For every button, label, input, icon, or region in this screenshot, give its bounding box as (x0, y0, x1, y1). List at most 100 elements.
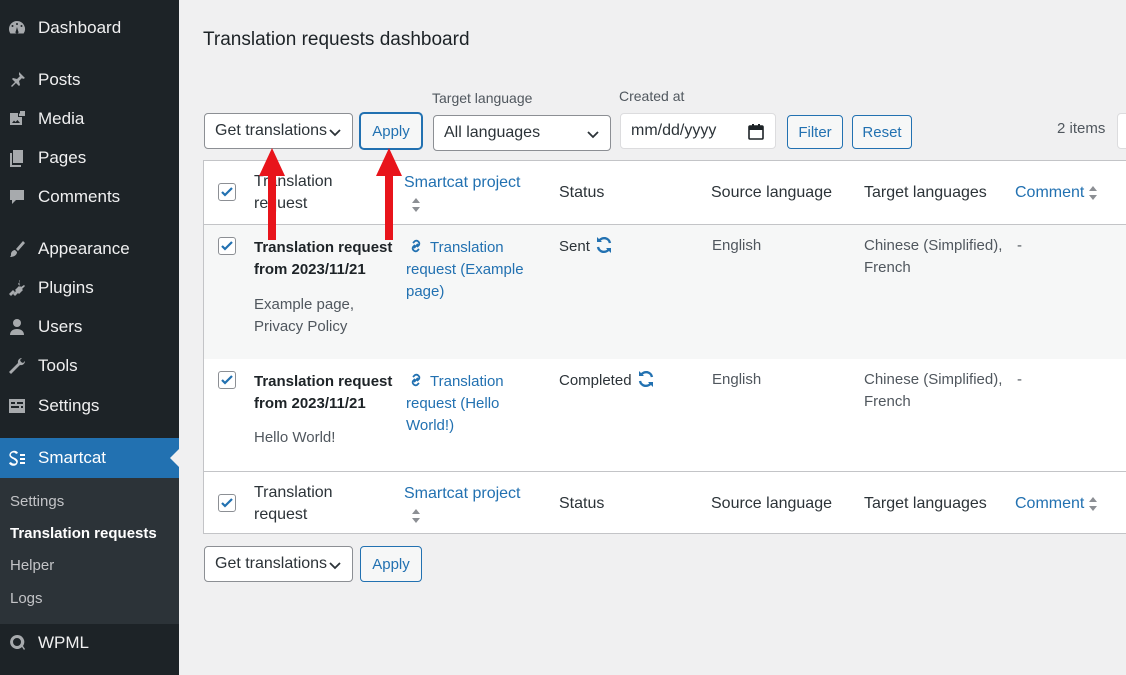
checkmark-icon (221, 187, 233, 197)
sidebar-item-label: Pages (38, 148, 87, 167)
submenu-item-settings[interactable]: Settings (10, 493, 64, 510)
smartcat-icon (6, 447, 28, 469)
chevron-down-icon (587, 131, 599, 139)
reset-button[interactable]: Reset (852, 115, 912, 149)
sidebar-item-label: Comments (38, 187, 121, 206)
column-header-smartcat-project[interactable]: Smartcat project (404, 172, 520, 194)
smartcat-project-link[interactable]: Translation request (Hello World!) (406, 371, 522, 437)
sidebar-item-label: Posts (38, 70, 81, 89)
bulk-action-value: Get translations (215, 122, 328, 139)
sidebar-item-posts[interactable]: Posts (0, 60, 179, 100)
target-language-value: All languages (444, 124, 541, 141)
column-header-comment-label: Comment (1015, 184, 1085, 201)
bulk-action-select[interactable]: Get translations (204, 113, 353, 149)
request-title[interactable]: Translation request from 2023/11/21 (254, 371, 394, 415)
annotation-arrow-up-icon (376, 148, 402, 240)
table-row: Translation request from 2023/11/21 Hell… (204, 359, 1126, 471)
sort-icon (1089, 496, 1098, 511)
sidebar-item-label: Tools (38, 356, 78, 375)
active-indicator (170, 449, 179, 467)
source-language: English (712, 237, 762, 254)
table-footer-row: Translation request Smartcat project Sta… (204, 471, 1126, 535)
sidebar-item-comments[interactable]: Comments (0, 177, 179, 217)
sort-icon (1089, 185, 1098, 200)
table-header-row: Translation request Smartcat project Sta… (204, 161, 1126, 225)
admin-sidebar: Dashboard Posts Media Pages Comments App… (0, 0, 179, 675)
sidebar-item-media[interactable]: Media (0, 99, 179, 139)
source-language: English (712, 371, 762, 388)
sort-icon[interactable] (411, 508, 421, 524)
column-footer-source-language: Source language (711, 495, 832, 512)
status-text: Sent (559, 238, 590, 255)
sidebar-item-wpml[interactable]: WPML (0, 623, 179, 663)
sort-icon[interactable] (411, 197, 421, 213)
link-icon (411, 373, 421, 387)
wrench-icon (6, 355, 28, 377)
sidebar-item-appearance[interactable]: Appearance (0, 229, 179, 269)
checkmark-icon (221, 375, 233, 385)
sidebar-item-settings[interactable]: Settings (0, 386, 179, 426)
sidebar-item-tools[interactable]: Tools (0, 346, 179, 386)
wpml-icon (6, 632, 28, 654)
status-cell: Completed (559, 369, 656, 392)
submenu-item-helper[interactable]: Helper (10, 557, 54, 574)
row-checkbox[interactable] (218, 237, 236, 255)
target-languages: Chinese (Simplified), French (864, 371, 1003, 410)
checkmark-icon (221, 241, 233, 251)
status-text: Completed (559, 372, 632, 389)
request-title[interactable]: Translation request from 2023/11/21 (254, 237, 394, 281)
column-header-comment[interactable]: Comment (1015, 182, 1098, 204)
target-language-select[interactable]: All languages (433, 115, 611, 151)
items-count: 2 items (1057, 120, 1106, 137)
column-footer-smartcat-project[interactable]: Smartcat project (404, 483, 520, 505)
column-header-source-language: Source language (711, 184, 832, 201)
select-all-checkbox[interactable] (218, 183, 236, 201)
sidebar-item-label: Media (38, 109, 85, 128)
sidebar-item-plugins[interactable]: Plugins (0, 268, 179, 308)
created-at-date-input[interactable]: mm/dd/yyyy (620, 113, 776, 149)
pagination-input[interactable] (1117, 113, 1126, 149)
user-icon (6, 316, 28, 338)
column-header-status: Status (559, 184, 605, 201)
table-row: Translation request from 2023/11/21 Exam… (204, 225, 1126, 359)
row-checkbox[interactable] (218, 371, 236, 389)
sidebar-item-label: Plugins (38, 278, 94, 297)
calendar-icon[interactable] (747, 123, 765, 141)
column-footer-status: Status (559, 495, 605, 512)
pages-icon (6, 147, 28, 169)
sidebar-item-label: Settings (38, 396, 100, 415)
status-cell: Sent (559, 235, 614, 258)
bulk-action-select-bottom[interactable]: Get translations (204, 546, 353, 582)
smartcat-project-link[interactable]: Translation request (Example page) (406, 237, 536, 303)
column-header-target-languages: Target languages (864, 184, 987, 201)
chevron-down-icon (329, 562, 341, 570)
sidebar-item-label: Smartcat (38, 448, 107, 467)
target-language-label: Target language (432, 90, 533, 106)
refresh-icon[interactable] (636, 369, 656, 389)
column-footer-translation-request[interactable]: Translation request (254, 482, 364, 526)
filter-button[interactable]: Filter (787, 115, 843, 149)
column-footer-target-languages: Target languages (864, 495, 987, 512)
plug-icon (6, 277, 28, 299)
select-all-checkbox[interactable] (218, 494, 236, 512)
link-icon (411, 239, 421, 253)
comments-icon (6, 186, 28, 208)
column-footer-comment-label: Comment (1015, 495, 1085, 512)
submenu-item-translation-requests[interactable]: Translation requests (10, 525, 157, 542)
sidebar-item-smartcat[interactable]: Smartcat (0, 438, 179, 478)
submenu-item-logs[interactable]: Logs (10, 590, 43, 607)
created-at-label: Created at (619, 88, 685, 104)
sidebar-item-dashboard[interactable]: Dashboard (0, 8, 179, 48)
annotation-arrow-up-icon (259, 148, 285, 240)
chevron-down-icon (329, 129, 341, 137)
sidebar-item-pages[interactable]: Pages (0, 138, 179, 178)
settings-icon (6, 395, 28, 417)
bulk-action-value: Get translations (215, 555, 328, 572)
pin-icon (6, 69, 28, 91)
brush-icon (6, 238, 28, 260)
refresh-icon[interactable] (594, 235, 614, 255)
sidebar-item-users[interactable]: Users (0, 307, 179, 347)
apply-button-bottom[interactable]: Apply (360, 546, 422, 582)
column-footer-comment[interactable]: Comment (1015, 493, 1098, 515)
apply-button[interactable]: Apply (360, 113, 422, 149)
